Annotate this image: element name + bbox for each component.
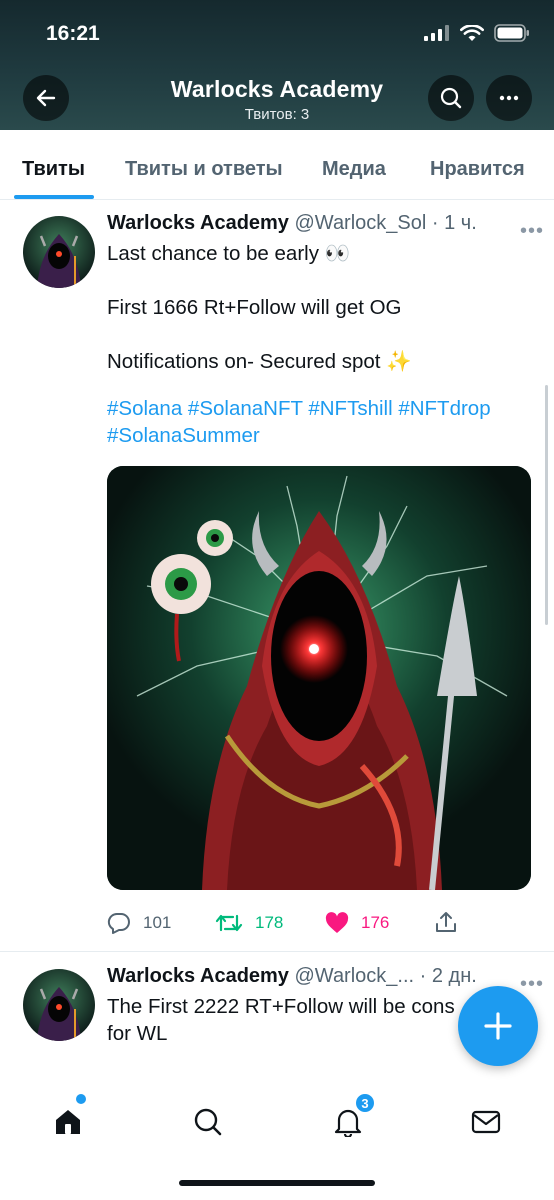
messages-icon (471, 1110, 501, 1134)
avatar[interactable] (23, 216, 95, 288)
compose-tweet-button[interactable] (458, 986, 538, 1066)
more-horizontal-icon (499, 95, 519, 101)
tweet[interactable]: Warlocks Academy @Warlock_Sol · 1 ч. Las… (0, 200, 554, 952)
warlock-avatar-icon (23, 216, 95, 288)
active-tab-indicator (14, 195, 94, 199)
tab-tweets-and-replies[interactable]: Твиты и ответы (125, 158, 283, 181)
share-icon (436, 912, 456, 932)
tweet-header: Warlocks Academy @Warlock_Sol · 1 ч. (107, 212, 537, 240)
home-indicator[interactable] (179, 1180, 375, 1186)
reply-icon (107, 912, 130, 934)
tweet-hashtags[interactable]: #Solana #SolanaNFT #NFTshill #NFTdrop #S… (107, 395, 537, 449)
profile-tabs: Твиты Твиты и ответы Медиа Нравится (0, 130, 554, 200)
author-handle[interactable]: @Warlock_Sol (295, 212, 427, 234)
scroll-indicator[interactable] (545, 385, 548, 625)
retweet-icon (215, 914, 243, 932)
tweet-image[interactable] (107, 466, 531, 890)
tweet-body: Warlocks Academy @Warlock_Sol · 1 ч. Las… (107, 212, 537, 942)
like-count: 176 (361, 913, 390, 932)
status-time: 16:21 (46, 22, 100, 45)
nav-home[interactable] (48, 1102, 88, 1142)
tweet-actions: 101 178 176 (107, 902, 537, 942)
tab-tweets[interactable]: Твиты (22, 158, 85, 181)
home-unread-dot (76, 1094, 86, 1104)
reply-button[interactable]: 101 (107, 912, 171, 934)
author-name[interactable]: Warlocks Academy (107, 212, 289, 234)
tweet-more-button[interactable]: ••• (520, 220, 544, 243)
nav-search[interactable] (188, 1102, 228, 1142)
tab-media[interactable]: Медиа (322, 158, 386, 181)
author-name[interactable]: Warlocks Academy (107, 965, 289, 987)
tweet-more-button[interactable]: ••• (520, 973, 544, 996)
share-button[interactable] (435, 910, 457, 934)
tab-likes[interactable]: Нравится (430, 158, 525, 181)
tweet-time: · 2 дн. (419, 965, 477, 987)
retweet-button[interactable]: 178 (215, 912, 283, 934)
reply-count: 101 (143, 913, 172, 932)
search-button[interactable] (428, 75, 474, 121)
status-bar: 16:21 (0, 0, 554, 64)
home-icon (56, 1110, 80, 1134)
search-icon (194, 1108, 222, 1136)
plus-icon (484, 1012, 512, 1040)
notification-badge: 3 (354, 1092, 376, 1114)
heart-icon (325, 912, 349, 933)
system-icons (424, 24, 530, 42)
avatar[interactable] (23, 969, 95, 1041)
bottom-navigation: 3 (0, 1080, 554, 1200)
tweet-time: · 1 ч. (431, 212, 477, 234)
warlock-artwork (107, 466, 531, 890)
warlock-avatar-icon (23, 969, 95, 1041)
retweet-count: 178 (255, 913, 284, 932)
search-icon (440, 87, 462, 109)
battery-icon (494, 24, 529, 42)
tweet-text: Last chance to be early 👀 First 1666 Rt+… (107, 242, 412, 373)
nav-messages[interactable] (466, 1102, 506, 1142)
wifi-icon (460, 24, 484, 41)
profile-header: 16:21 Warlocks Academy Твитов: 3 (0, 0, 554, 130)
cellular-signal-icon (424, 25, 449, 41)
like-button[interactable]: 176 (325, 912, 389, 934)
tweet-header: Warlocks Academy @Warlock_... · 2 дн. (107, 965, 537, 993)
author-handle[interactable]: @Warlock_... (295, 965, 415, 987)
more-button[interactable] (486, 75, 532, 121)
